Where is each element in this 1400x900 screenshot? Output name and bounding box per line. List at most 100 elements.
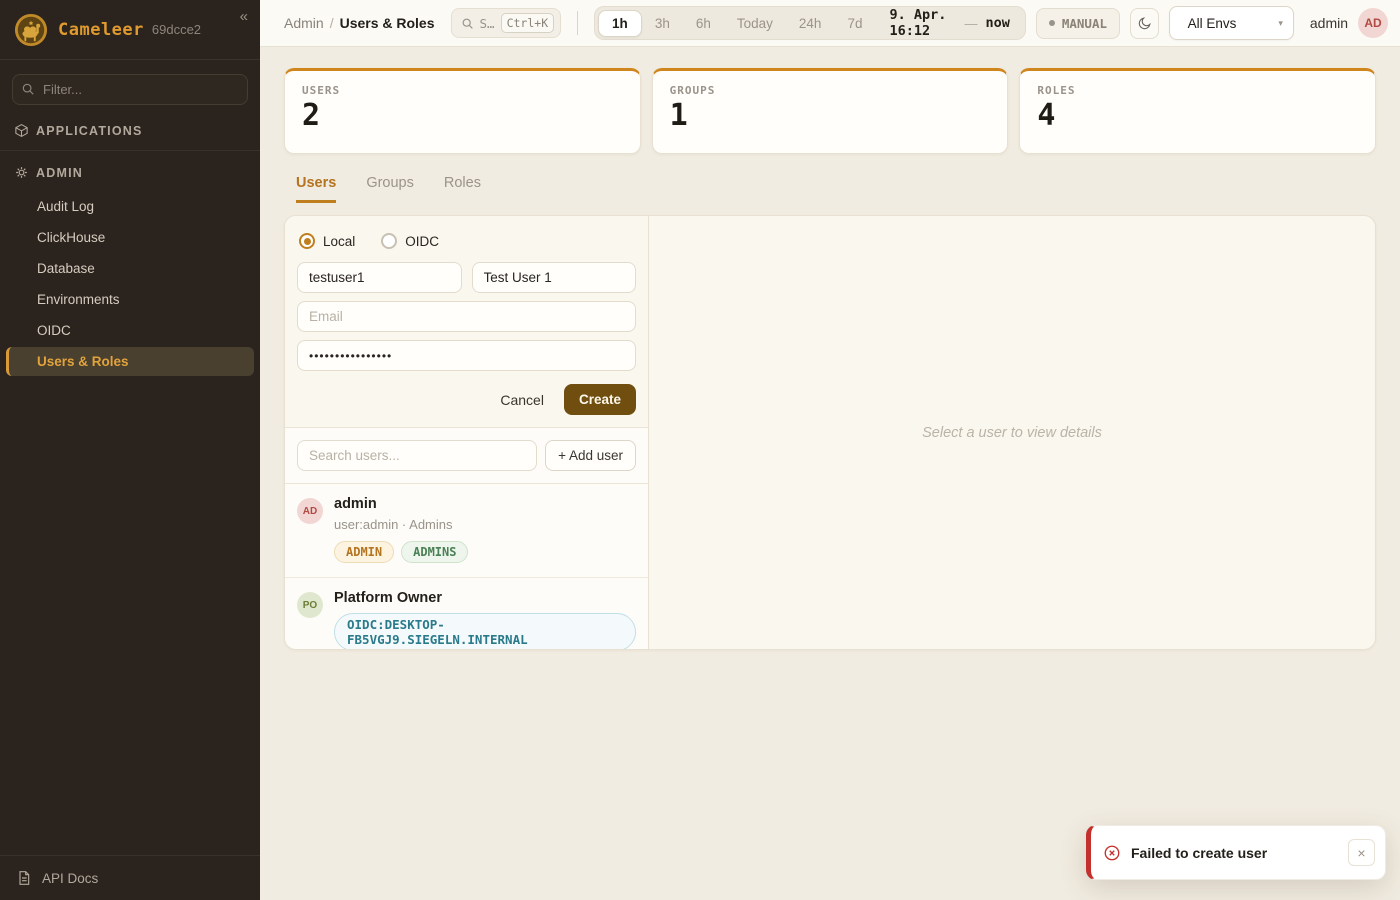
global-search-placeholder: S… (480, 16, 495, 31)
environment-value: All Envs (1188, 16, 1237, 31)
section-label: ADMIN (36, 166, 83, 180)
cameleer-logo-icon[interactable] (14, 13, 48, 47)
mode-dot-icon (1049, 20, 1055, 26)
stat-label: USERS (302, 84, 623, 97)
user-details-panel: Select a user to view details (649, 216, 1375, 649)
topbar-divider (577, 11, 578, 35)
mode-label: MANUAL (1062, 16, 1107, 31)
stat-value: 1 (670, 99, 991, 132)
admin-nav: Audit Log ClickHouse Database Environmen… (0, 190, 260, 378)
stat-card-users: USERS 2 (284, 68, 641, 154)
users-panel: Local OIDC Cancel (284, 215, 1376, 650)
content: USERS 2 GROUPS 1 ROLES 4 Users Groups Ro… (260, 47, 1400, 900)
user-row-body: Platform Owner OIDC:DESKTOP-FB5VGJ9.SIEG… (334, 590, 636, 650)
tab-groups[interactable]: Groups (366, 175, 414, 203)
stat-cards: USERS 2 GROUPS 1 ROLES 4 (284, 68, 1376, 154)
app-title: Cameleer (58, 20, 144, 40)
badge-row: ADMIN ADMINS (334, 541, 468, 563)
user-type-radio-group: Local OIDC (299, 233, 636, 249)
sidebar-collapse-button[interactable]: « (240, 8, 248, 25)
tab-bar: Users Groups Roles (296, 175, 1364, 203)
shortcut-badge: Ctrl+K (501, 13, 555, 33)
sidebar-filter-input[interactable] (12, 74, 248, 105)
version-hash: 69dcce2 (152, 22, 201, 37)
section-label: APPLICATIONS (36, 124, 143, 138)
role-badge: ADMIN (334, 541, 394, 563)
toast-close-button[interactable]: × (1348, 839, 1375, 866)
breadcrumb-current: Users & Roles (340, 15, 435, 31)
sidebar-item-environments[interactable]: Environments (6, 285, 254, 314)
sidebar-divider (0, 150, 260, 151)
sidebar-filter (12, 74, 248, 105)
radio-oidc[interactable]: OIDC (381, 233, 439, 249)
sidebar: Cameleer 69dcce2 « APPLICATIONS ADMIN Au… (0, 0, 260, 900)
user-avatar[interactable]: AD (1358, 8, 1388, 38)
add-user-button[interactable]: + Add user (545, 440, 636, 471)
environment-select[interactable]: All Envs ▾ (1169, 6, 1294, 40)
theme-toggle-button[interactable] (1130, 8, 1159, 39)
api-docs-link[interactable]: API Docs (0, 855, 260, 900)
toast-message: Failed to create user (1131, 845, 1338, 861)
search-icon (21, 82, 35, 96)
oidc-provider-badge: OIDC:DESKTOP-FB5VGJ9.SIEGELN.INTERNAL (334, 613, 636, 650)
cancel-button[interactable]: Cancel (490, 386, 554, 414)
user-row-body: admin user:admin · Admins ADMIN ADMINS (334, 496, 468, 563)
sidebar-item-audit-log[interactable]: Audit Log (6, 192, 254, 221)
search-users-input[interactable] (297, 440, 537, 471)
breadcrumb: Admin / Users & Roles (284, 15, 435, 31)
stat-label: ROLES (1037, 84, 1358, 97)
search-icon (461, 17, 474, 30)
moon-icon (1137, 16, 1152, 31)
main-area: Admin / Users & Roles S… Ctrl+K 1h 3h 6h… (260, 0, 1400, 900)
sidebar-item-clickhouse[interactable]: ClickHouse (6, 223, 254, 252)
chevron-down-icon: ▾ (1278, 18, 1283, 29)
radio-local[interactable]: Local (299, 233, 355, 249)
time-range-24h[interactable]: 24h (786, 11, 835, 36)
time-range-1h[interactable]: 1h (598, 10, 642, 37)
cube-icon (14, 123, 29, 138)
topbar: Admin / Users & Roles S… Ctrl+K 1h 3h 6h… (260, 0, 1400, 47)
stat-card-groups: GROUPS 1 (652, 68, 1009, 154)
user-row-platform-owner[interactable]: PO Platform Owner OIDC:DESKTOP-FB5VGJ9.S… (285, 578, 648, 650)
user-list-toolbar: + Add user (285, 428, 648, 484)
create-user-form: Local OIDC Cancel (285, 216, 648, 428)
email-field[interactable] (297, 301, 636, 332)
stat-value: 4 (1037, 99, 1358, 132)
stat-value: 2 (302, 99, 623, 132)
time-range-today[interactable]: Today (724, 11, 786, 36)
user-row-admin[interactable]: AD admin user:admin · Admins ADMIN ADMIN… (285, 484, 648, 578)
password-field[interactable] (297, 340, 636, 371)
users-left-column: Local OIDC Cancel (285, 216, 649, 649)
time-to[interactable]: now (977, 15, 1021, 31)
document-icon (16, 870, 32, 886)
stat-card-roles: ROLES 4 (1019, 68, 1376, 154)
sidebar-item-database[interactable]: Database (6, 254, 254, 283)
time-range-control: 1h 3h 6h Today 24h 7d 9. Apr. 16:12 — no… (594, 6, 1026, 40)
sidebar-item-oidc[interactable]: OIDC (6, 316, 254, 345)
time-range-7d[interactable]: 7d (834, 11, 875, 36)
section-applications[interactable]: APPLICATIONS (0, 111, 260, 148)
section-admin[interactable]: ADMIN (0, 153, 260, 190)
user-meta: user:admin · Admins (334, 517, 468, 532)
tab-users[interactable]: Users (296, 175, 336, 203)
time-range-6h[interactable]: 6h (683, 11, 724, 36)
refresh-mode-badge[interactable]: MANUAL (1036, 8, 1120, 39)
time-separator: — (964, 16, 977, 31)
breadcrumb-separator: / (330, 15, 334, 31)
sidebar-header: Cameleer 69dcce2 « (0, 0, 260, 60)
form-actions: Cancel Create (297, 384, 636, 415)
avatar: AD (297, 498, 323, 524)
display-name-field[interactable] (472, 262, 637, 293)
error-circle-icon (1103, 844, 1121, 862)
tab-roles[interactable]: Roles (444, 175, 481, 203)
global-search[interactable]: S… Ctrl+K (451, 8, 562, 38)
current-user-name: admin (1310, 15, 1348, 31)
time-from[interactable]: 9. Apr. 16:12 (875, 7, 964, 39)
create-button[interactable]: Create (564, 384, 636, 415)
username-field[interactable] (297, 262, 462, 293)
sidebar-item-users-roles[interactable]: Users & Roles (6, 347, 254, 376)
breadcrumb-admin[interactable]: Admin (284, 15, 324, 31)
time-range-3h[interactable]: 3h (642, 11, 683, 36)
gear-icon (14, 165, 29, 180)
radio-selected-icon (299, 233, 315, 249)
